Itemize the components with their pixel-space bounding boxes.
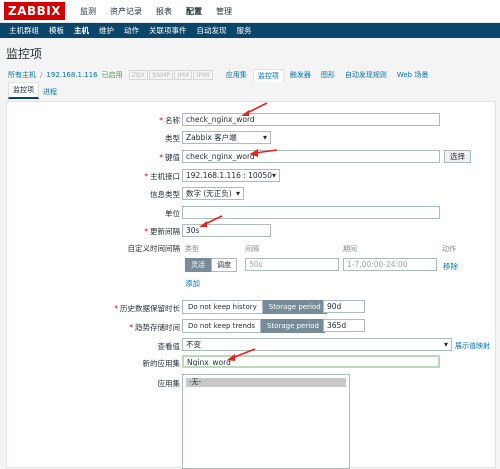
trends-label: * 趋势存储时间 [129, 323, 180, 332]
link-items[interactable]: 监控项 [252, 68, 284, 82]
custom-add-link[interactable]: 添加 [185, 278, 200, 289]
subnav-hostgroups[interactable]: 主机群组 [4, 25, 44, 36]
custom-header-action: 动作 [442, 245, 456, 253]
custom-header-interval: 间隔 [245, 245, 259, 253]
new-app-input[interactable]: Nginx_word [182, 355, 440, 368]
custom-remove-link[interactable]: 移除 [443, 261, 458, 272]
info-type-select[interactable]: 数字 (无正负) [182, 187, 244, 200]
custom-header-period: 期间 [343, 245, 357, 253]
subnav-maintenance[interactable]: 维护 [94, 25, 119, 36]
history-storage-period[interactable]: Storage period [262, 300, 327, 314]
type-select[interactable]: Zabbix 客户端 [182, 131, 271, 144]
page-title: 监控项 [0, 38, 500, 68]
zabbix-logo[interactable]: ZABBIX [4, 2, 65, 20]
topnav-configuration[interactable]: 配置 [179, 6, 209, 17]
item-form: *名称 check_nginx_word 类型 Zabbix 客户端 *键值 c… [6, 101, 496, 469]
link-graphs[interactable]: 图形 [317, 69, 339, 81]
mode-scheduling[interactable]: 调度 [211, 258, 237, 272]
valuemap-select[interactable]: 不变 [182, 338, 452, 351]
valuemap-label: 查看值 [157, 342, 181, 351]
tab-item[interactable]: 监控项 [8, 82, 39, 99]
sub-nav: 主机群组 模板 主机 维护 动作 关联项事件 自动发现 服务 [0, 23, 500, 38]
topnav-inventory[interactable]: 资产记录 [103, 6, 149, 17]
breadcrumb-host[interactable]: 192.168.1.116 [46, 71, 97, 79]
trends-no-keep[interactable]: Do not keep trends [182, 319, 261, 333]
custom-header-type: 类型 [185, 245, 199, 253]
custom-interval-input[interactable]: 50s [245, 258, 339, 271]
new-app-label: 新的应用集 [142, 359, 181, 368]
breadcrumb: 所有主机 / 192.168.1.116 已启用 ZBX SNMP JMX IP… [0, 68, 500, 82]
annotation-arrow [250, 149, 278, 157]
trends-storage-period[interactable]: Storage period [260, 319, 325, 333]
form-tabs: 监控项 进程 [0, 82, 500, 99]
custom-intervals-label: 自定义时间间隔 [127, 244, 181, 253]
link-discovery-rules[interactable]: 自动发现规则 [341, 69, 391, 81]
unit-label: 单位 [165, 209, 180, 218]
subnav-discovery[interactable]: 自动发现 [192, 25, 232, 36]
mode-flexible[interactable]: 灵活 [185, 258, 211, 272]
key-label: * 键值 [159, 153, 180, 162]
info-type-label: 信息类型 [150, 190, 180, 199]
custom-period-input[interactable]: 1-7,00:00-24:00 [343, 258, 437, 271]
topnav-monitoring[interactable]: 监测 [73, 6, 103, 17]
key-input[interactable]: check_nginx_word [182, 150, 440, 163]
topnav-administration[interactable]: 管理 [209, 6, 239, 17]
history-label: * 历史数据保留时长 [114, 304, 180, 313]
annotation-arrow [227, 348, 256, 361]
jmx-tag: JMX [174, 70, 193, 80]
type-label: 类型 [165, 134, 180, 143]
snmp-tag: SNMP [148, 70, 174, 80]
history-mode-toggle: Do not keep history Storage period [182, 300, 327, 314]
link-applications[interactable]: 应用集 [222, 69, 251, 81]
key-select-button[interactable]: 选择 [444, 150, 471, 163]
interface-select[interactable]: 192.168.1.116 : 10050 [182, 169, 280, 182]
name-label: * 名称 [159, 116, 180, 125]
show-valuemap-link[interactable]: 展示值映射 [455, 341, 490, 351]
ipmi-tag: IPMI [193, 70, 213, 80]
subnav-services[interactable]: 服务 [232, 25, 257, 36]
annotation-arrow [199, 215, 223, 227]
apps-option-none[interactable]: -无- [186, 378, 346, 387]
subnav-templates[interactable]: 模板 [44, 25, 69, 36]
history-no-keep[interactable]: Do not keep history [182, 300, 263, 314]
link-web-scenarios[interactable]: Web 场景 [393, 69, 433, 81]
topnav-reports[interactable]: 报表 [149, 6, 179, 17]
apps-listbox[interactable]: -无- [182, 374, 350, 469]
tab-preprocessing[interactable]: 进程 [39, 85, 61, 99]
breadcrumb-separator: / [40, 71, 43, 79]
custom-mode-toggle: 灵活 调度 [185, 258, 237, 272]
top-nav: 监测 资产记录 报表 配置 管理 [73, 6, 239, 17]
apps-label: 应用集 [157, 379, 181, 388]
trends-input[interactable]: 365d [323, 319, 365, 332]
host-status[interactable]: 已启用 [102, 70, 123, 80]
subnav-hosts[interactable]: 主机 [69, 25, 94, 36]
interface-label: * 主机接口 [144, 172, 180, 181]
history-input[interactable]: 90d [323, 300, 365, 313]
trends-mode-toggle: Do not keep trends Storage period [182, 319, 325, 333]
name-input[interactable]: check_nginx_word [182, 113, 440, 126]
interval-label: * 更新间隔 [144, 227, 180, 236]
breadcrumb-all-hosts[interactable]: 所有主机 [8, 70, 36, 80]
zbx-tag: ZBX [128, 70, 148, 80]
subnav-correlation[interactable]: 关联项事件 [144, 25, 192, 36]
top-bar: ZABBIX 监测 资产记录 报表 配置 管理 [0, 0, 500, 23]
subnav-actions[interactable]: 动作 [119, 25, 144, 36]
annotation-arrow [241, 102, 268, 116]
link-triggers[interactable]: 触发器 [286, 69, 315, 81]
